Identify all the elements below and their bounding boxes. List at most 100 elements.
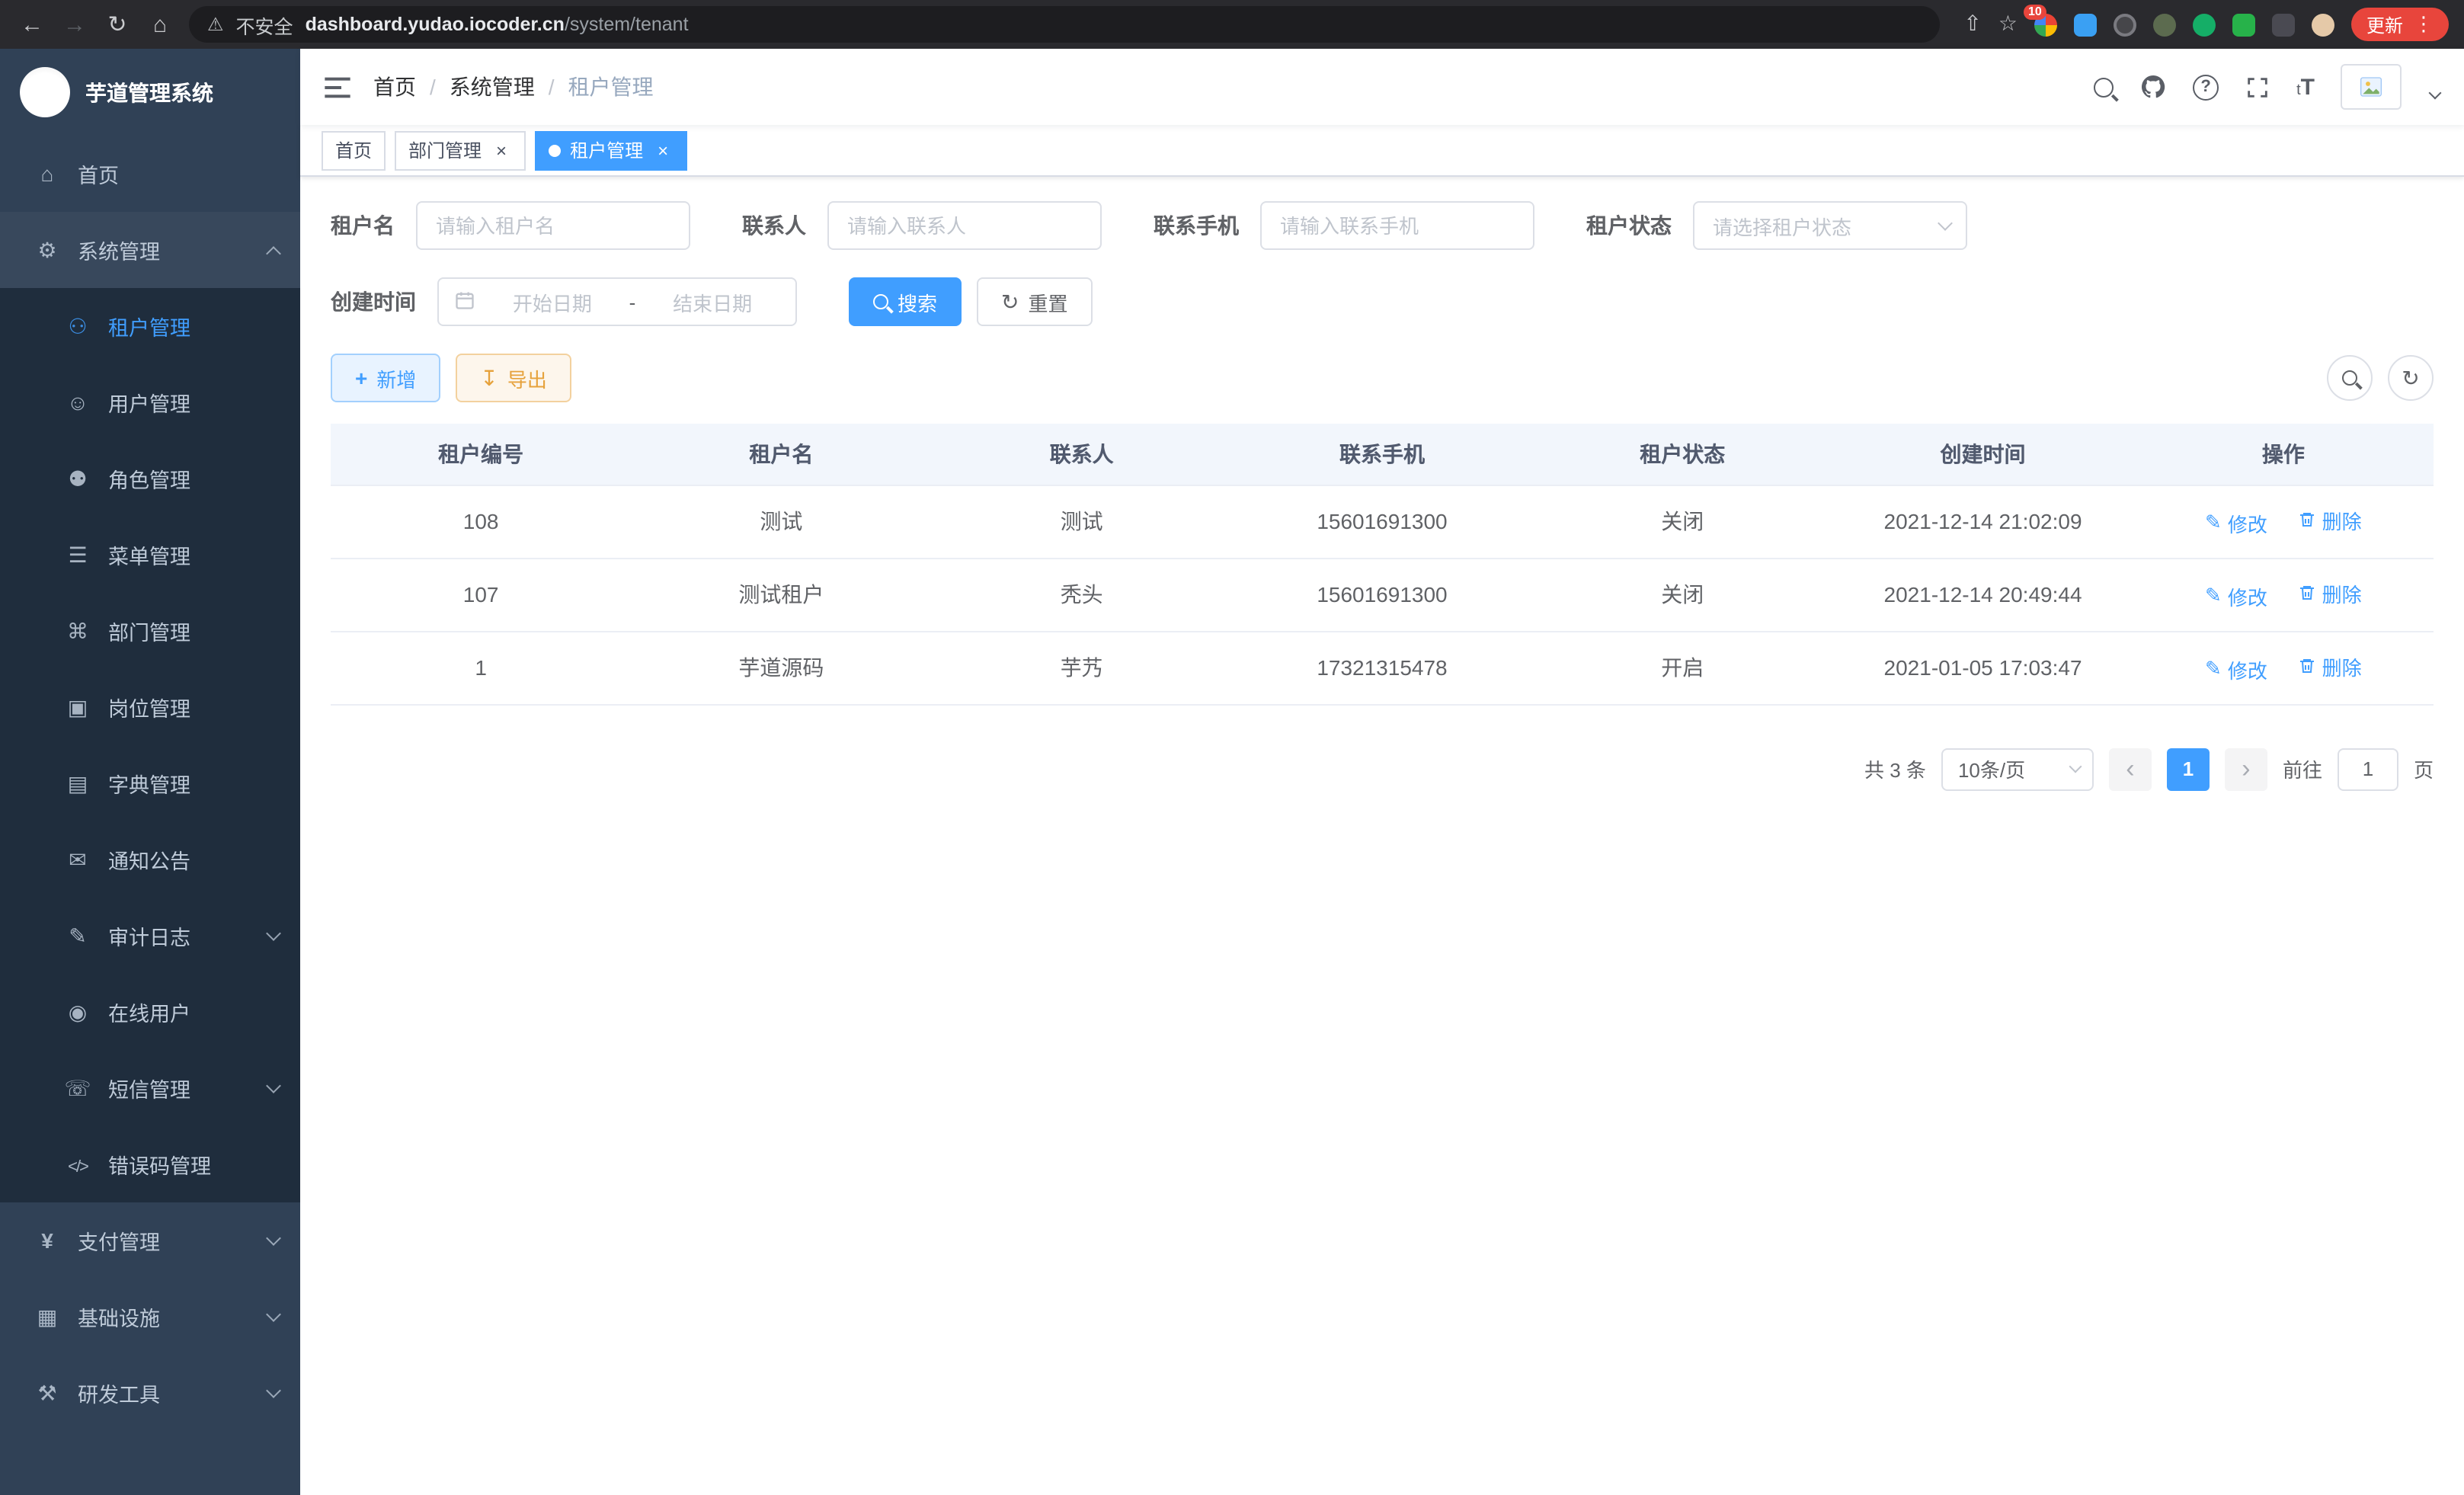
sidebar-item-home[interactable]: 首页	[0, 136, 300, 212]
sidebar-item-notice[interactable]: 通知公告	[0, 821, 300, 898]
chevron-right-icon	[2242, 756, 2250, 782]
help-icon[interactable]	[2193, 74, 2219, 100]
security-warning-icon	[207, 14, 224, 35]
font-size-icon[interactable]	[2296, 74, 2315, 100]
url-text[interactable]: dashboard.yudao.iocoder.cn/system/tenant	[306, 14, 689, 35]
sidebar-item-department-management[interactable]: 部门管理	[0, 593, 300, 669]
export-button[interactable]: 导出	[456, 354, 571, 402]
chevron-down-icon	[266, 1382, 281, 1397]
security-label[interactable]: 不安全	[236, 10, 293, 39]
create-time-range-picker[interactable]: 开始日期 - 结束日期	[437, 277, 797, 326]
extension-icon-green-square[interactable]	[2232, 13, 2255, 36]
tab-department-management[interactable]: 部门管理	[395, 130, 526, 170]
chevron-up-icon	[266, 245, 281, 261]
tab-label: 首页	[335, 137, 372, 163]
next-page-button[interactable]	[2225, 748, 2267, 790]
sidebar-item-error-code-management[interactable]: 错误码管理	[0, 1126, 300, 1202]
extensions-puzzle-icon[interactable]	[2272, 13, 2295, 36]
table-row: 107 测试租户 秃头 15601691300 关闭 2021-12-14 20…	[331, 558, 2434, 631]
browser-forward-button[interactable]	[58, 8, 91, 41]
reset-button[interactable]: 重置	[977, 277, 1093, 326]
date-range-separator: -	[629, 290, 636, 313]
badge-icon	[64, 694, 91, 720]
extension-icon-olive[interactable]	[2153, 13, 2176, 36]
sidebar-collapse-icon[interactable]	[325, 75, 350, 98]
browser-profile-avatar[interactable]	[2312, 13, 2334, 36]
refresh-button[interactable]	[2388, 355, 2434, 401]
delete-link[interactable]: 删除	[2298, 578, 2362, 607]
close-icon[interactable]	[652, 139, 674, 161]
close-icon[interactable]	[491, 139, 512, 161]
github-icon[interactable]	[2139, 73, 2167, 101]
fullscreen-icon[interactable]	[2245, 74, 2270, 100]
breadcrumb-current: 租户管理	[568, 72, 654, 102]
sidebar-item-post-management[interactable]: 岗位管理	[0, 669, 300, 745]
tenants-icon	[64, 313, 91, 339]
sidebar-item-audit-log[interactable]: 审计日志	[0, 898, 300, 974]
sidebar-item-menu-management[interactable]: 菜单管理	[0, 517, 300, 593]
extension-icon-blue[interactable]	[2074, 13, 2097, 36]
trash-icon	[2298, 657, 2316, 675]
prev-page-button[interactable]	[2109, 748, 2152, 790]
update-button[interactable]: 更新	[2351, 8, 2449, 41]
bookmark-star-icon[interactable]	[1998, 11, 2018, 38]
contact-phone-input[interactable]	[1260, 201, 1534, 250]
browser-reload-button[interactable]	[101, 8, 134, 41]
sidebar-item-label: 菜单管理	[108, 539, 279, 570]
sidebar-item-user-management[interactable]: 用户管理	[0, 364, 300, 440]
sidebar-item-label: 租户管理	[108, 311, 279, 341]
goto-page-input[interactable]	[2338, 748, 2398, 790]
cell-actions: 修改 删除	[2133, 631, 2434, 704]
cell-id: 1	[331, 631, 631, 704]
page-1-button[interactable]: 1	[2167, 748, 2210, 790]
roles-icon	[64, 466, 91, 491]
page-size-select[interactable]: 10条/页	[1941, 748, 2094, 790]
sidebar-item-dict-management[interactable]: 字典管理	[0, 745, 300, 821]
edit-link[interactable]: 修改	[2205, 508, 2267, 537]
sidebar-item-role-management[interactable]: 角色管理	[0, 440, 300, 517]
user-avatar[interactable]	[2341, 64, 2402, 110]
extension-icon-green-circle[interactable]	[2193, 13, 2216, 36]
breadcrumb-system-management[interactable]: 系统管理	[450, 72, 535, 102]
share-icon[interactable]	[1963, 11, 1981, 38]
page-size-value: 10条/页	[1958, 754, 2025, 783]
contact-input[interactable]	[827, 201, 1102, 250]
address-bar[interactable]: 不安全 dashboard.yudao.iocoder.cn/system/te…	[189, 6, 1939, 43]
sidebar-item-label: 在线用户	[108, 997, 279, 1027]
chevron-down-icon	[266, 925, 281, 940]
browser-back-button[interactable]	[15, 8, 49, 41]
browser-home-button[interactable]	[143, 8, 177, 41]
extension-icon-colorful[interactable]: 10	[2034, 13, 2057, 36]
sidebar-item-tenant-management[interactable]: 租户管理	[0, 288, 300, 364]
delete-link[interactable]: 删除	[2298, 505, 2362, 534]
logo[interactable]: 芋道管理系统	[0, 49, 300, 136]
sidebar-item-dev-tools[interactable]: 研发工具	[0, 1355, 300, 1431]
cell-name: 芋道源码	[631, 631, 931, 704]
tenant-status-select[interactable]: 请选择租户状态	[1693, 201, 1967, 250]
tenant-name-label: 租户名	[331, 210, 395, 241]
sidebar-item-sms-management[interactable]: 短信管理	[0, 1050, 300, 1126]
search-button[interactable]: 搜索	[849, 277, 962, 326]
add-button[interactable]: 新增	[331, 354, 440, 402]
edit-link[interactable]: 修改	[2205, 581, 2267, 610]
sidebar-item-payment-management[interactable]: 支付管理	[0, 1202, 300, 1279]
tenant-status-placeholder: 请选择租户状态	[1713, 211, 1851, 240]
tenant-name-input[interactable]	[416, 201, 690, 250]
sidebar-item-infrastructure[interactable]: 基础设施	[0, 1279, 300, 1355]
toggle-search-button[interactable]	[2327, 355, 2373, 401]
date-end-placeholder: 结束日期	[645, 287, 780, 316]
avatar-caret-icon[interactable]	[2429, 87, 2442, 100]
extension-icon-dark[interactable]	[2114, 13, 2136, 36]
sidebar-item-online-users[interactable]: 在线用户	[0, 974, 300, 1050]
browser-menu-icon[interactable]	[2414, 12, 2434, 37]
edit-link[interactable]: 修改	[2205, 655, 2267, 683]
tab-tenant-management[interactable]: 租户管理	[535, 130, 687, 170]
cell-status: 关闭	[1532, 485, 1832, 558]
delete-link[interactable]: 删除	[2298, 651, 2362, 680]
sidebar-item-system-management[interactable]: 系统管理	[0, 212, 300, 288]
search-button-label: 搜索	[898, 287, 937, 316]
header-search-icon[interactable]	[2094, 77, 2114, 97]
total-count: 共 3 条	[1864, 754, 1926, 783]
breadcrumb-home[interactable]: 首页	[373, 72, 416, 102]
tab-home[interactable]: 首页	[322, 130, 386, 170]
